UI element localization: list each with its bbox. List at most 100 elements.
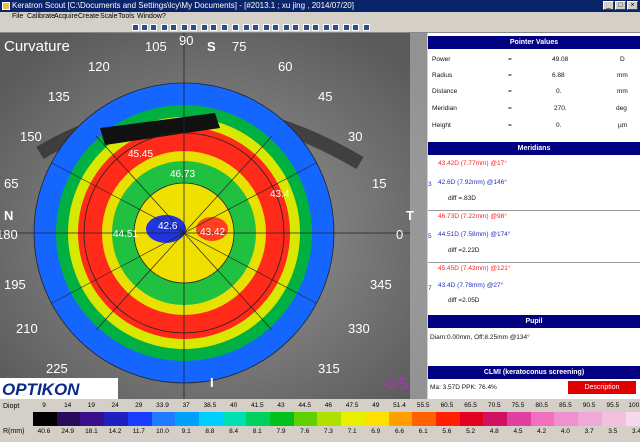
- topography-map[interactable]: 105 90 75 120 60 135 45 150 30 65 15 0 1…: [0, 33, 427, 399]
- tool-icon-21[interactable]: [332, 24, 339, 31]
- pointer-row-label: Power: [432, 56, 451, 63]
- meridian-steep: 45.45D (7.43mm) @121°: [438, 265, 511, 272]
- menu-window[interactable]: Window: [137, 12, 162, 22]
- menu-file[interactable]: File: [12, 12, 23, 22]
- tool-icon-11[interactable]: [232, 24, 239, 31]
- tool-icon-17[interactable]: [292, 24, 299, 31]
- menu-acquire[interactable]: Acquire: [54, 12, 78, 22]
- diopt-tick: 49: [372, 402, 380, 409]
- pointer-row-unit: µm: [618, 122, 628, 129]
- meridian-diff: diff =2.05D: [448, 297, 480, 304]
- tool-icon-6[interactable]: [181, 24, 188, 31]
- meridian-flat: 42.6D (7.92mm) @146°: [438, 179, 507, 186]
- menu-create[interactable]: Create: [78, 12, 99, 22]
- rmm-tick: 8.4: [229, 428, 239, 435]
- tool-icon-20[interactable]: [323, 24, 330, 31]
- minimize-button[interactable]: _: [603, 1, 614, 10]
- temporal-label: T: [406, 208, 414, 223]
- angle-label-315: 315: [318, 361, 340, 376]
- scale-swatch: [56, 412, 81, 426]
- scale-swatch: [151, 412, 176, 426]
- scale-swatch: [364, 412, 389, 426]
- pointer-row-label: Meridian: [432, 105, 457, 112]
- pointer-row-eq: =: [508, 72, 512, 79]
- pointer-row-eq: =: [508, 56, 512, 63]
- angle-label-105: 105: [145, 39, 167, 54]
- rmm-tick: 8.8: [205, 428, 215, 435]
- rmm-tick: 4.8: [489, 428, 499, 435]
- pointer-row-value: 270.: [554, 105, 567, 112]
- scale-swatch: [601, 412, 626, 426]
- diopt-tick: 19: [87, 402, 95, 409]
- tool-icon-12[interactable]: [243, 24, 250, 31]
- scale-swatch: [554, 412, 579, 426]
- angle-label-150: 150: [20, 129, 42, 144]
- tool-icon-1[interactable]: [132, 24, 139, 31]
- tool-icon-10[interactable]: [221, 24, 228, 31]
- close-button[interactable]: ×: [627, 1, 638, 10]
- rmm-tick: 5.2: [466, 428, 476, 435]
- scale-swatch: [483, 412, 508, 426]
- diopt-tick: 9: [42, 402, 46, 409]
- meridian-flat: 44.51D (7.58mm) @174°: [438, 231, 511, 238]
- tool-icon-14[interactable]: [263, 24, 270, 31]
- tool-icon-16[interactable]: [283, 24, 290, 31]
- menu-tools[interactable]: Tools: [118, 12, 134, 22]
- rmm-tick: 6.6: [394, 428, 405, 435]
- tool-icon-4[interactable]: [161, 24, 168, 31]
- tool-icon-23[interactable]: [352, 24, 359, 31]
- overlay-value: 43.42: [200, 227, 225, 238]
- menu-help[interactable]: ?: [162, 12, 166, 22]
- pointer-row-value: 49.08: [552, 56, 569, 63]
- superior-label: S: [207, 39, 216, 54]
- tool-icon-7[interactable]: [190, 24, 197, 31]
- menu-calibrate[interactable]: Calibrate: [27, 12, 55, 22]
- scale-swatch: [625, 412, 640, 426]
- pointer-row-label: Radius: [432, 72, 453, 79]
- rmm-tick: 14.2: [108, 428, 122, 435]
- divider: [428, 262, 640, 263]
- scale-swatch: [412, 412, 437, 426]
- scale-swatch: [104, 412, 129, 426]
- menu-scale[interactable]: Scale: [100, 12, 118, 22]
- tool-icon-3[interactable]: [150, 24, 157, 31]
- scale-swatch: [530, 412, 555, 426]
- diopt-tick: 100.5: [628, 402, 640, 409]
- scale-swatch: [80, 412, 105, 426]
- angle-label-75: 75: [232, 39, 246, 54]
- meridian-steep: 46.73D (7.22mm) @98°: [438, 213, 507, 220]
- angle-label-30: 30: [348, 129, 362, 144]
- rmm-tick: 4.0: [560, 428, 570, 435]
- rmm-tick: 40.6: [37, 428, 51, 435]
- angle-label-195: 195: [4, 277, 26, 292]
- tool-icon-2[interactable]: [141, 24, 148, 31]
- scale-swatch: [127, 412, 152, 426]
- diopt-tick: 41.5: [250, 402, 264, 409]
- scale-swatch: [578, 412, 603, 426]
- scale-swatch: [317, 412, 342, 426]
- tool-icon-24[interactable]: [363, 24, 370, 31]
- description-button[interactable]: Description: [568, 381, 636, 394]
- window-title: Keratron Scout [C:\Documents and Setting…: [12, 1, 354, 10]
- diopt-tick: 14: [64, 402, 72, 409]
- tool-icon-9[interactable]: [210, 24, 217, 31]
- angle-label-330: 330: [348, 321, 370, 336]
- rmm-tick: 7.9: [276, 428, 286, 435]
- tool-icon-22[interactable]: [343, 24, 350, 31]
- tool-icon-18[interactable]: [303, 24, 310, 31]
- tool-icon-5[interactable]: [170, 24, 177, 31]
- meridian-group-number: 7: [428, 285, 432, 292]
- angle-label-135: 135: [48, 89, 70, 104]
- meridian-steep: 43.42D (7.77mm) @17°: [438, 160, 507, 167]
- pointer-row-eq: =: [508, 88, 512, 95]
- meridian-diff: diff =2.22D: [448, 247, 480, 254]
- rmm-tick: 10.0: [156, 428, 169, 435]
- tool-icon-19[interactable]: [312, 24, 319, 31]
- tool-icon-13[interactable]: [252, 24, 259, 31]
- tool-icon-8[interactable]: [201, 24, 208, 31]
- maximize-button[interactable]: □: [615, 1, 626, 10]
- tool-icon-15[interactable]: [272, 24, 279, 31]
- angle-label-120: 120: [88, 59, 110, 74]
- toolbar: [0, 22, 640, 33]
- rmm-tick: 4.2: [537, 428, 547, 435]
